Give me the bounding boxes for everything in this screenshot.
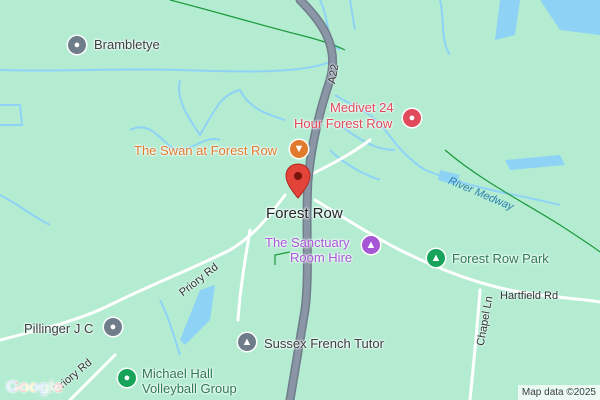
landmark-icon: ●	[68, 36, 86, 54]
marker-dot	[294, 172, 302, 180]
stream	[0, 194, 51, 226]
poi-label: Sussex French Tutor	[264, 336, 384, 351]
priory-road	[0, 193, 287, 342]
stream	[329, 149, 381, 181]
stream	[349, 0, 356, 31]
road-label-hartfield-rd: Hartfield Rd	[500, 290, 559, 302]
stream	[159, 299, 181, 356]
stream	[0, 104, 24, 126]
pond	[505, 155, 565, 170]
poi-label: The Swan at Forest Row	[134, 143, 278, 158]
stream	[439, 0, 451, 56]
poi-label: Forest Row Park	[452, 251, 549, 266]
stream	[178, 79, 286, 137]
boundary	[274, 251, 291, 265]
poi-label-line2: Room Hire	[290, 250, 353, 265]
school-icon: ▲	[238, 333, 256, 351]
boundary-lines	[169, 0, 600, 265]
park-icon: ▲	[427, 249, 445, 267]
poi-label-line2: Volleyball Group	[142, 381, 237, 396]
marker-shape	[285, 163, 311, 199]
location-marker-icon[interactable]	[285, 163, 311, 199]
vet-icon: ●	[403, 109, 421, 127]
poi-label-line2: Hour Forest Row	[294, 116, 393, 131]
poi-label: Pillinger J C	[24, 321, 94, 336]
town-label: Forest Row	[266, 205, 343, 222]
streams	[0, 0, 561, 356]
poi-label-line1: Medivet 24	[330, 100, 394, 115]
poi-label: Brambletye	[94, 37, 160, 52]
map-canvas[interactable]: A22 Priory Rd Priory Rd Hartfield Rd Cha…	[0, 0, 600, 400]
stream	[0, 61, 331, 73]
cocktail-icon: ▼	[290, 140, 308, 158]
poi-label-line1: The Sanctuary	[265, 235, 350, 250]
pond	[540, 0, 600, 35]
poi-label-line1: Michael Hall	[142, 366, 213, 381]
google-logo-text: Google	[6, 377, 63, 396]
google-logo: Google	[6, 377, 63, 397]
venue-icon: ▲	[362, 236, 380, 254]
map-attribution[interactable]: Map data ©2025	[517, 385, 600, 400]
road	[308, 138, 372, 177]
sports-icon: ●	[118, 369, 136, 387]
landmark-icon: ●	[104, 318, 122, 336]
pond	[495, 0, 520, 40]
